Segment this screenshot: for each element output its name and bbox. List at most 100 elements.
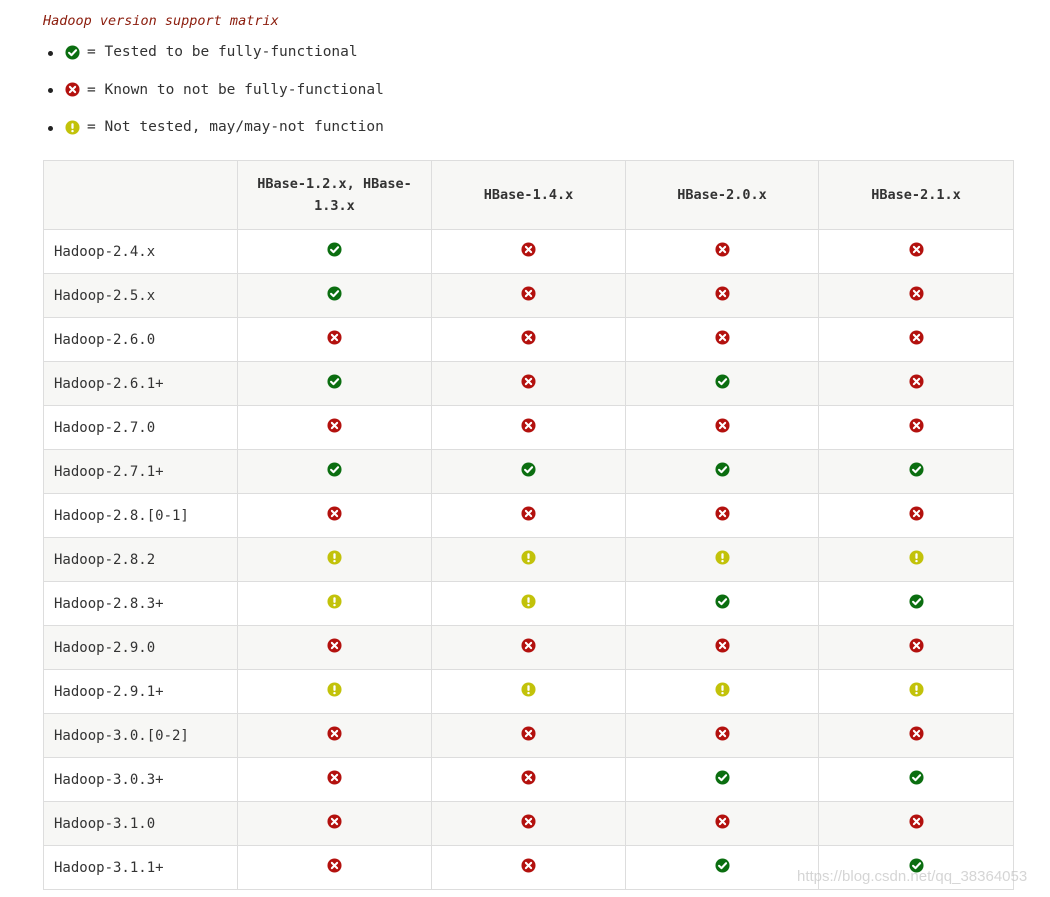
table-row: Hadoop-2.9.0 xyxy=(43,625,1014,670)
table-row: Hadoop-2.8.2 xyxy=(43,537,1014,582)
legend-item-not-functional: = Known to not be fully-functional xyxy=(48,78,384,102)
row-label: Hadoop-2.8.2 xyxy=(43,537,238,582)
table-row: Hadoop-2.7.0 xyxy=(43,405,1014,450)
cross-icon xyxy=(521,418,536,433)
status-cell xyxy=(431,757,626,802)
bullet-dot xyxy=(48,50,53,56)
cross-icon xyxy=(714,638,730,653)
status-cell xyxy=(818,581,1014,626)
legend-text: = Tested to be fully-functional xyxy=(87,44,358,60)
status-cell xyxy=(237,581,432,626)
warning-icon xyxy=(521,550,536,565)
status-cell xyxy=(431,845,626,890)
status-cell xyxy=(818,229,1014,274)
check-icon xyxy=(908,594,924,609)
warning-icon xyxy=(327,550,342,565)
cross-icon xyxy=(327,770,342,785)
cross-icon xyxy=(714,418,730,433)
warning-icon xyxy=(65,119,80,135)
status-cell xyxy=(237,449,432,494)
check-icon xyxy=(714,462,730,477)
status-cell xyxy=(237,801,432,846)
cross-icon xyxy=(714,286,730,301)
status-cell xyxy=(431,493,626,538)
status-cell xyxy=(431,273,626,318)
status-cell xyxy=(818,757,1014,802)
cross-icon xyxy=(908,638,924,653)
status-cell xyxy=(431,713,626,758)
check-icon xyxy=(908,462,924,477)
cross-icon xyxy=(714,814,730,829)
status-cell xyxy=(818,625,1014,670)
check-icon xyxy=(327,462,342,477)
row-label: Hadoop-2.4.x xyxy=(43,229,238,274)
row-label: Hadoop-2.6.0 xyxy=(43,317,238,362)
status-cell xyxy=(818,449,1014,494)
table-row: Hadoop-3.1.0 xyxy=(43,801,1014,846)
check-icon xyxy=(714,770,730,785)
check-icon xyxy=(327,286,342,301)
cross-icon xyxy=(908,242,924,257)
warning-icon xyxy=(327,594,342,609)
status-cell xyxy=(818,361,1014,406)
cross-icon xyxy=(521,770,536,785)
legend-list: = Tested to be fully-functional = Known … xyxy=(48,40,384,153)
status-cell xyxy=(818,713,1014,758)
warning-icon xyxy=(908,550,924,565)
status-cell xyxy=(431,801,626,846)
cross-icon xyxy=(327,814,342,829)
status-cell xyxy=(431,229,626,274)
table-row: Hadoop-2.5.x xyxy=(43,273,1014,318)
row-label: Hadoop-2.8.[0-1] xyxy=(43,493,238,538)
cross-icon xyxy=(327,726,342,741)
cross-icon xyxy=(521,374,536,389)
warning-icon xyxy=(521,682,536,697)
status-cell xyxy=(237,493,432,538)
status-cell xyxy=(237,669,432,714)
table-row: Hadoop-2.9.1+ xyxy=(43,669,1014,714)
status-cell xyxy=(237,845,432,890)
matrix-caption: Hadoop version support matrix xyxy=(43,13,279,29)
status-cell xyxy=(237,537,432,582)
warning-icon xyxy=(908,682,924,697)
row-label: Hadoop-2.9.1+ xyxy=(43,669,238,714)
cross-icon xyxy=(908,374,924,389)
cross-icon xyxy=(521,330,536,345)
row-label: Hadoop-2.8.3+ xyxy=(43,581,238,626)
cross-icon xyxy=(714,506,730,521)
cross-icon xyxy=(521,506,536,521)
column-header-hbase-1-4: HBase-1.4.x xyxy=(431,160,626,230)
row-label: Hadoop-3.1.1+ xyxy=(43,845,238,890)
table-row: Hadoop-2.8.3+ xyxy=(43,581,1014,626)
status-cell xyxy=(625,449,819,494)
cross-icon xyxy=(327,418,342,433)
status-cell xyxy=(625,801,819,846)
status-cell xyxy=(625,757,819,802)
cross-icon xyxy=(521,638,536,653)
check-icon xyxy=(714,858,730,873)
status-cell xyxy=(237,273,432,318)
support-matrix-table: HBase-1.2.x, HBase-1.3.x HBase-1.4.x HBa… xyxy=(43,160,1014,890)
bullet-dot xyxy=(48,125,53,131)
cross-icon xyxy=(908,330,924,345)
row-label: Hadoop-3.0.3+ xyxy=(43,757,238,802)
check-icon xyxy=(65,44,80,60)
table-row: Hadoop-2.7.1+ xyxy=(43,449,1014,494)
row-label: Hadoop-2.7.0 xyxy=(43,405,238,450)
cross-icon xyxy=(327,638,342,653)
status-cell xyxy=(625,669,819,714)
cross-icon xyxy=(521,242,536,257)
status-cell xyxy=(237,713,432,758)
corner-header xyxy=(43,160,238,230)
status-cell xyxy=(818,537,1014,582)
bullet-dot xyxy=(48,88,53,93)
status-cell xyxy=(625,361,819,406)
status-cell xyxy=(625,229,819,274)
legend-text: = Not tested, may/may-not function xyxy=(87,119,384,135)
cross-icon xyxy=(908,286,924,301)
table-row: Hadoop-3.0.[0-2] xyxy=(43,713,1014,758)
status-cell xyxy=(625,537,819,582)
cross-icon xyxy=(908,506,924,521)
status-cell xyxy=(625,493,819,538)
status-cell xyxy=(625,845,819,890)
